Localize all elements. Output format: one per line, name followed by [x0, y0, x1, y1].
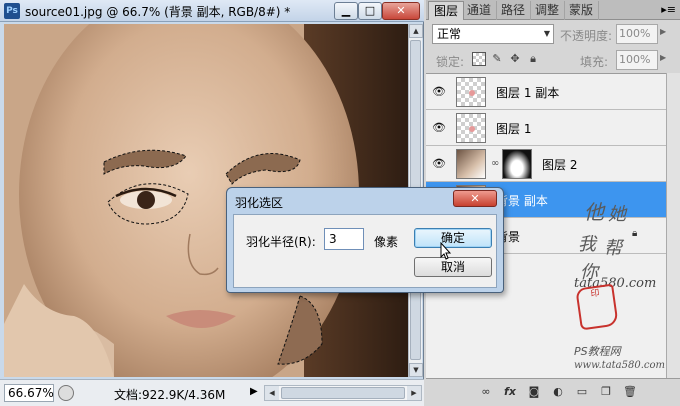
fill-field[interactable]: 100% — [616, 50, 658, 70]
blend-mode-select[interactable]: 正常 ▼ — [432, 24, 554, 44]
layer-row-layer-1[interactable]: 👁︎ 图层 1 — [426, 110, 666, 146]
panel-footer: ∞ fx ◙ ◐ ▭ ❐ 🗑︎ — [426, 378, 680, 406]
scroll-right-arrow-icon[interactable]: ▶ — [407, 386, 421, 400]
tab-paths[interactable]: 路径 — [496, 1, 532, 20]
lock-label: 锁定: — [436, 55, 465, 69]
watermark: 他 她 我 帮 你 tata580.com 印 PS教程网 www.tata58… — [574, 196, 674, 376]
lock-image-icon[interactable]: ✎ — [490, 52, 504, 66]
chevron-down-icon: ▼ — [543, 29, 550, 38]
new-layer-icon[interactable]: ❐ — [598, 384, 614, 400]
maximize-button[interactable]: □ — [358, 2, 382, 20]
minimize-button[interactable]: ▁ — [334, 2, 358, 20]
watermark-url: www.tata580.com — [574, 360, 666, 371]
lock-position-icon[interactable]: ✥ — [508, 52, 522, 66]
zoom-field[interactable]: 66.67% — [4, 384, 54, 402]
layer-mask-thumbnail[interactable] — [502, 149, 532, 179]
tab-layers[interactable]: 图层 — [428, 1, 465, 20]
layer-name: 图层 1 — [496, 122, 532, 136]
fx-icon[interactable]: fx — [502, 384, 518, 400]
lock-transparency-icon[interactable] — [472, 52, 486, 66]
feather-radius-input[interactable]: 3 — [324, 228, 364, 250]
eye-icon[interactable]: 👁︎ — [432, 121, 446, 135]
adjustment-icon[interactable]: ◐ — [550, 384, 566, 400]
layer-row-layer-2[interactable]: 👁︎ ∞ 图层 2 — [426, 146, 666, 182]
eye-icon[interactable]: 👁︎ — [432, 85, 446, 99]
horizontal-scrollbar[interactable]: ◀ ▶ — [264, 385, 422, 401]
dialog-close-button[interactable]: ✕ — [453, 190, 497, 207]
scroll-left-arrow-icon[interactable]: ◀ — [265, 386, 279, 400]
panel-menu-icon[interactable]: ▸≡ — [661, 3, 676, 16]
watermark-char: 帮 — [604, 238, 622, 259]
panel-tabs: 图层 通道 路径 调整 蒙版 ▸≡ — [426, 0, 680, 20]
feather-radius-label: 羽化半径(R): — [246, 235, 316, 249]
mouse-pointer-icon — [440, 242, 452, 260]
tab-channels[interactable]: 通道 — [462, 1, 498, 20]
opacity-arrow-icon[interactable]: ▶ — [660, 27, 666, 36]
dialog-title: 羽化选区 — [235, 196, 284, 210]
layer-thumbnail — [456, 149, 486, 179]
document-title: source01.jpg @ 66.7% (背景 副本, RGB/8#) * — [25, 5, 291, 19]
link-icon[interactable]: ∞ — [478, 384, 494, 400]
lock-all-icon[interactable]: 🔒︎ — [526, 52, 540, 66]
doc-size-readout: 文档:922.9K/4.36M — [114, 388, 226, 402]
layer-row-layer-1-copy[interactable]: 👁︎ 图层 1 副本 — [426, 74, 666, 110]
document-titlebar[interactable]: Ps source01.jpg @ 66.7% (背景 副本, RGB/8#) … — [0, 0, 424, 22]
status-menu-arrow-icon[interactable]: ▶ — [250, 386, 258, 397]
scroll-up-arrow-icon[interactable]: ▲ — [409, 24, 423, 38]
status-info-icon[interactable] — [58, 385, 74, 401]
mask-icon[interactable]: ◙ — [526, 384, 542, 400]
layer-name: 图层 2 — [542, 158, 578, 172]
group-icon[interactable]: ▭ — [574, 384, 590, 400]
fill-arrow-icon[interactable]: ▶ — [660, 53, 666, 62]
ok-button[interactable]: 确定 — [414, 228, 492, 248]
feather-dialog: 羽化选区 ✕ 羽化半径(R): 3 像素 确定 取消 — [226, 187, 504, 293]
eye-icon[interactable]: 👁︎ — [432, 157, 446, 171]
cancel-button[interactable]: 取消 — [414, 257, 492, 277]
scroll-down-arrow-icon[interactable]: ▼ — [409, 363, 423, 377]
unit-label: 像素 — [374, 235, 399, 249]
horizontal-scroll-thumb[interactable] — [281, 387, 405, 399]
tab-adjustments[interactable]: 调整 — [530, 1, 566, 20]
layer-thumbnail — [456, 77, 486, 107]
watermark-char: 我 — [578, 234, 596, 255]
close-button[interactable]: ✕ — [382, 2, 420, 20]
watermark-seal: 印 — [575, 283, 619, 331]
chain-link-icon[interactable]: ∞ — [491, 158, 499, 169]
layer-thumbnail — [456, 113, 486, 143]
tab-masks[interactable]: 蒙版 — [564, 1, 600, 20]
trash-icon[interactable]: 🗑︎ — [622, 384, 638, 400]
layer-name: 图层 1 副本 — [496, 86, 560, 100]
fill-label: 填充: — [580, 55, 609, 69]
watermark-ps-text: PS教程网 — [574, 345, 621, 358]
watermark-char: 她 — [608, 204, 626, 225]
opacity-label: 不透明度: — [560, 29, 613, 43]
opacity-field[interactable]: 100% — [616, 24, 658, 44]
watermark-char: 他 — [584, 200, 604, 224]
photoshop-icon: Ps — [4, 3, 20, 19]
dialog-body: 羽化半径(R): 3 像素 确定 取消 — [233, 214, 497, 288]
status-bar: 66.67% 文档:922.9K/4.36M ▶ ◀ ▶ — [0, 379, 424, 406]
blend-mode-value: 正常 — [437, 27, 462, 41]
